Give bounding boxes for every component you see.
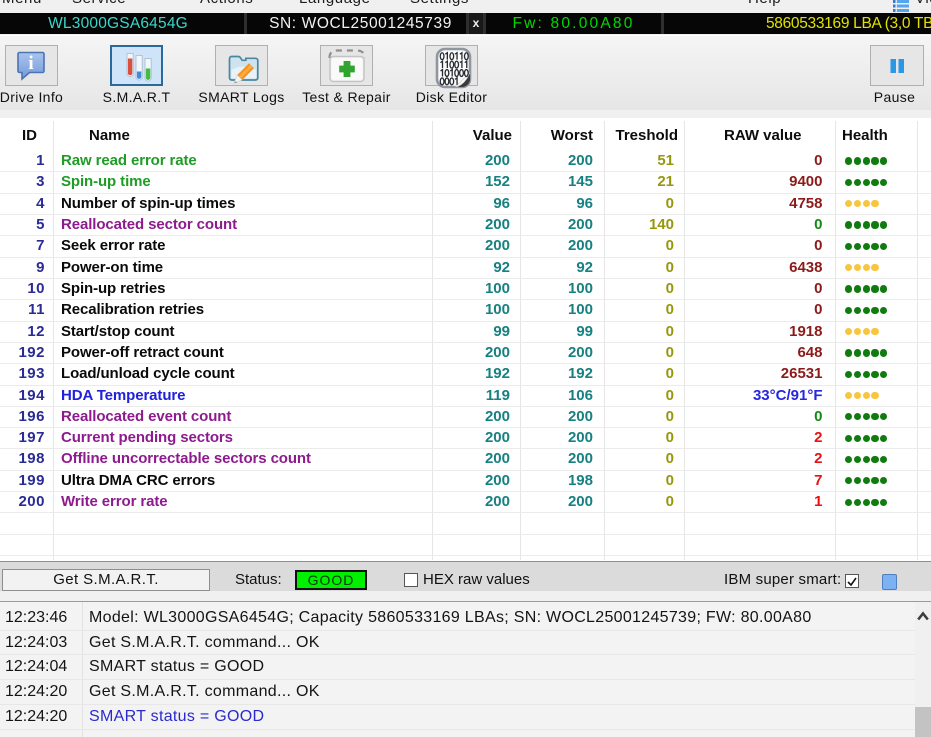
svg-text:i: i xyxy=(28,53,33,74)
